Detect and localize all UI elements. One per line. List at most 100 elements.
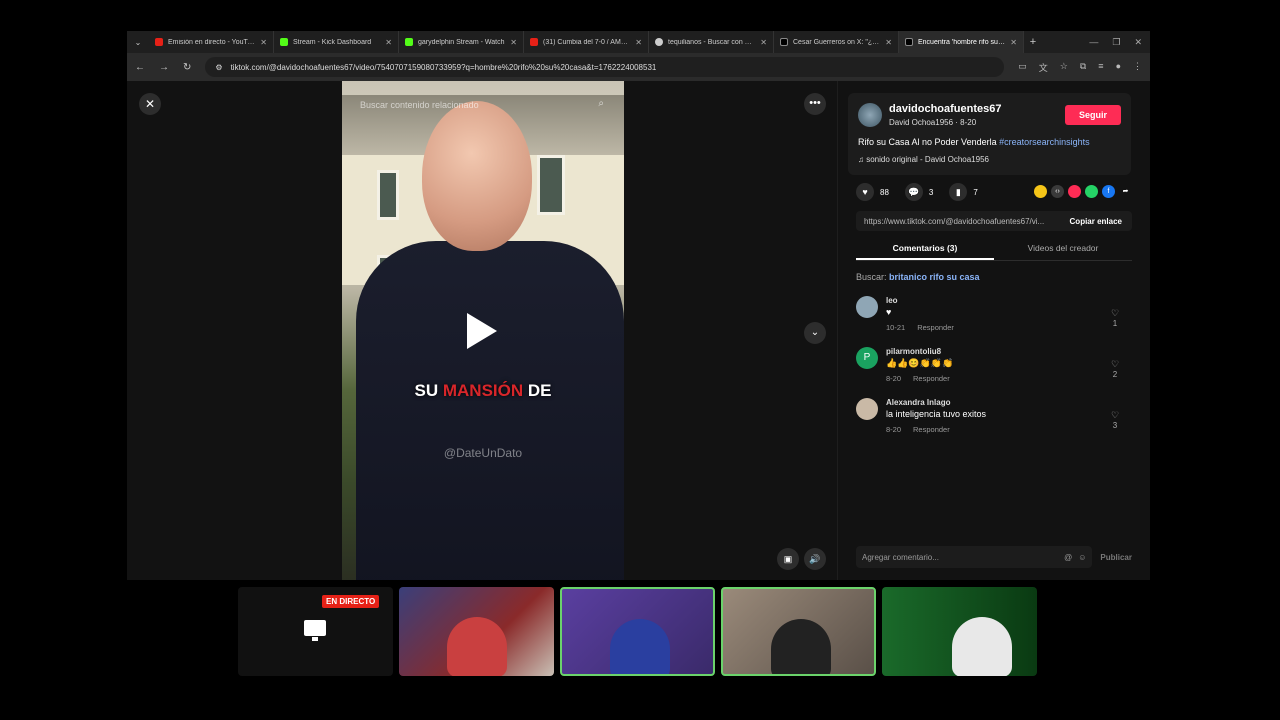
tab-comments[interactable]: Comentarios (3) [856, 239, 994, 260]
share-arrow-icon[interactable]: ➦ [1119, 185, 1132, 198]
cast-icon[interactable]: ▭ [1018, 61, 1027, 74]
comment-placeholder: Agregar comentario... [862, 552, 939, 562]
address-bar[interactable]: ⚙ tiktok.com/@davidochoafuentes67/video/… [205, 57, 1005, 77]
facebook-icon[interactable]: f [1102, 185, 1115, 198]
close-tab-icon[interactable]: ✕ [1010, 38, 1017, 47]
toolbar: ← → ↻ ⚙ tiktok.com/@davidochoafuentes67/… [127, 53, 1150, 81]
publish-button[interactable]: Publicar [1100, 553, 1132, 562]
hashtag-link[interactable]: #creatorsearchinsights [999, 137, 1090, 147]
search-suggestion: Buscar: britanico rifo su casa [856, 272, 980, 282]
embed-icon[interactable]: ‹› [1051, 185, 1064, 198]
volume-icon[interactable]: 🔊 [804, 548, 826, 570]
tab-favicon [780, 38, 788, 46]
comment-author[interactable]: pilarmontoliu8 [886, 347, 941, 356]
close-window-icon[interactable]: ✕ [1134, 37, 1142, 48]
video-subject-body [356, 241, 624, 580]
avatar[interactable] [858, 103, 882, 127]
translate-icon[interactable]: 文 [1039, 61, 1048, 74]
bookmark-star-icon[interactable]: ☆ [1060, 61, 1068, 74]
comment-like[interactable]: ♡ 1 [1108, 308, 1122, 328]
creator-username[interactable]: davidochoafuentes67 [889, 103, 1001, 115]
close-tab-icon[interactable]: ✕ [260, 38, 267, 47]
comment-author[interactable]: Alexandra Inlago [886, 398, 950, 407]
tab-search-icon[interactable]: ⌄ [127, 38, 149, 47]
browser-tab[interactable]: Emisión en directo - YouTube ✕ [149, 31, 274, 53]
play-icon[interactable] [467, 313, 497, 349]
tab-creator-videos[interactable]: Videos del creador [994, 239, 1132, 260]
avatar[interactable] [856, 296, 878, 318]
share-messages-icon[interactable] [1068, 185, 1081, 198]
browser-tab[interactable]: (31) Cumbia del 7-0 / AMERI ✕ [524, 31, 649, 53]
chevron-down-icon[interactable]: ⌄ [804, 322, 826, 344]
video-player[interactable]: Buscar contenido relacionado ⌕ SU MANSIÓ… [342, 81, 624, 580]
whatsapp-icon[interactable] [1085, 185, 1098, 198]
back-icon[interactable]: ← [135, 62, 145, 73]
close-icon[interactable]: ✕ [139, 93, 161, 115]
related-search-text[interactable]: Buscar contenido relacionado [360, 100, 479, 110]
floating-player-icon[interactable]: ▣ [777, 548, 799, 570]
browser-tab[interactable]: tequilianos - Buscar con Goog ✕ [649, 31, 774, 53]
reply-button[interactable]: Responder [913, 425, 950, 434]
site-info-icon[interactable]: ⚙ [215, 63, 222, 72]
comment-like-count: 2 [1112, 370, 1118, 379]
minimize-icon[interactable]: — [1089, 37, 1098, 48]
comment-item: leo ♥ 10-21 Responder ♡ 1 [856, 296, 1132, 344]
mention-icon[interactable]: @ [1064, 553, 1072, 562]
profile-icon[interactable]: ● [1116, 61, 1121, 74]
comment-like[interactable]: ♡ 2 [1108, 359, 1122, 379]
search-suggestion-link[interactable]: britanico rifo su casa [889, 272, 980, 282]
search-icon[interactable]: ⌕ [598, 98, 604, 109]
video-description: Rifo su Casa Al no Poder Venderla #creat… [858, 137, 1090, 147]
browser-tab-active[interactable]: Encuentra 'hombre rifo su ca ✕ [899, 31, 1024, 53]
reply-button[interactable]: Responder [917, 323, 954, 332]
close-tab-icon[interactable]: ✕ [385, 38, 392, 47]
comment-date: 8-20 [886, 374, 902, 383]
browser-tab[interactable]: Cesar Guerreros on X: "¿Qué ✕ [774, 31, 899, 53]
share-friends-icon[interactable] [1034, 185, 1047, 198]
reload-icon[interactable]: ↻ [183, 62, 191, 73]
comment-like-count: 1 [1112, 319, 1118, 328]
comment-like[interactable]: ♡ 3 [1108, 410, 1122, 430]
comment-author[interactable]: leo [886, 296, 898, 305]
comment-text: ♥ [886, 307, 892, 317]
comment-input[interactable]: Agregar comentario... @ ☺ [856, 546, 1093, 568]
creator-subline: David Ochoa1956 · 8-20 [889, 118, 977, 127]
forward-icon[interactable]: → [159, 62, 169, 73]
close-tab-icon[interactable]: ✕ [510, 38, 517, 47]
comment-like-count: 3 [1112, 421, 1118, 430]
comment-item: Alexandra Inlago la inteligencia tuvo ex… [856, 398, 1132, 446]
participant-tile[interactable] [882, 587, 1037, 676]
screen-share-tile[interactable]: EN DIRECTO [238, 587, 393, 676]
comment-date: 10-21 [886, 323, 906, 332]
participant-tile[interactable] [560, 587, 715, 676]
follow-button[interactable]: Seguir [1065, 105, 1121, 125]
share-buttons: ‹› f ➦ [1034, 185, 1132, 198]
close-tab-icon[interactable]: ✕ [635, 38, 642, 47]
maximize-icon[interactable]: ❐ [1112, 37, 1120, 48]
browser-tab[interactable]: Stream - Kick Dashboard ✕ [274, 31, 399, 53]
heart-icon[interactable]: ♥ [856, 183, 874, 201]
participant-video [610, 619, 670, 674]
participant-tile[interactable] [721, 587, 876, 676]
video-watermark: @DateUnDato [443, 446, 523, 460]
browser-tab[interactable]: garydelphin Stream - Watch ✕ [399, 31, 524, 53]
close-tab-icon[interactable]: ✕ [885, 38, 892, 47]
reply-button[interactable]: Responder [913, 374, 950, 383]
copy-link-button[interactable]: Copiar enlace [1060, 217, 1132, 226]
close-tab-icon[interactable]: ✕ [760, 38, 767, 47]
bookmark-icon[interactable]: ▮ [949, 183, 968, 201]
avatar[interactable]: P [856, 347, 878, 369]
emoji-icon[interactable]: ☺ [1078, 553, 1086, 562]
extensions-icon[interactable]: ⧉ [1080, 61, 1086, 74]
participant-tile[interactable] [399, 587, 554, 676]
more-options-icon[interactable]: ••• [804, 93, 826, 115]
comment-composer: Agregar comentario... @ ☺ Publicar [856, 546, 1132, 568]
downloads-icon[interactable]: ≡ [1098, 61, 1103, 74]
comment-item: P pilarmontoliu8 👍👍😊👏👏👏 8-20 Responder ♡ 2 [856, 347, 1132, 395]
menu-icon[interactable]: ⋮ [1133, 61, 1142, 74]
comment-icon[interactable]: 💬 [904, 183, 923, 201]
music-link[interactable]: ♫ sonido original - David Ochoa1956 [858, 155, 989, 164]
new-tab-icon[interactable]: + [1024, 36, 1042, 48]
tab-favicon [530, 38, 538, 46]
avatar[interactable] [856, 398, 878, 420]
